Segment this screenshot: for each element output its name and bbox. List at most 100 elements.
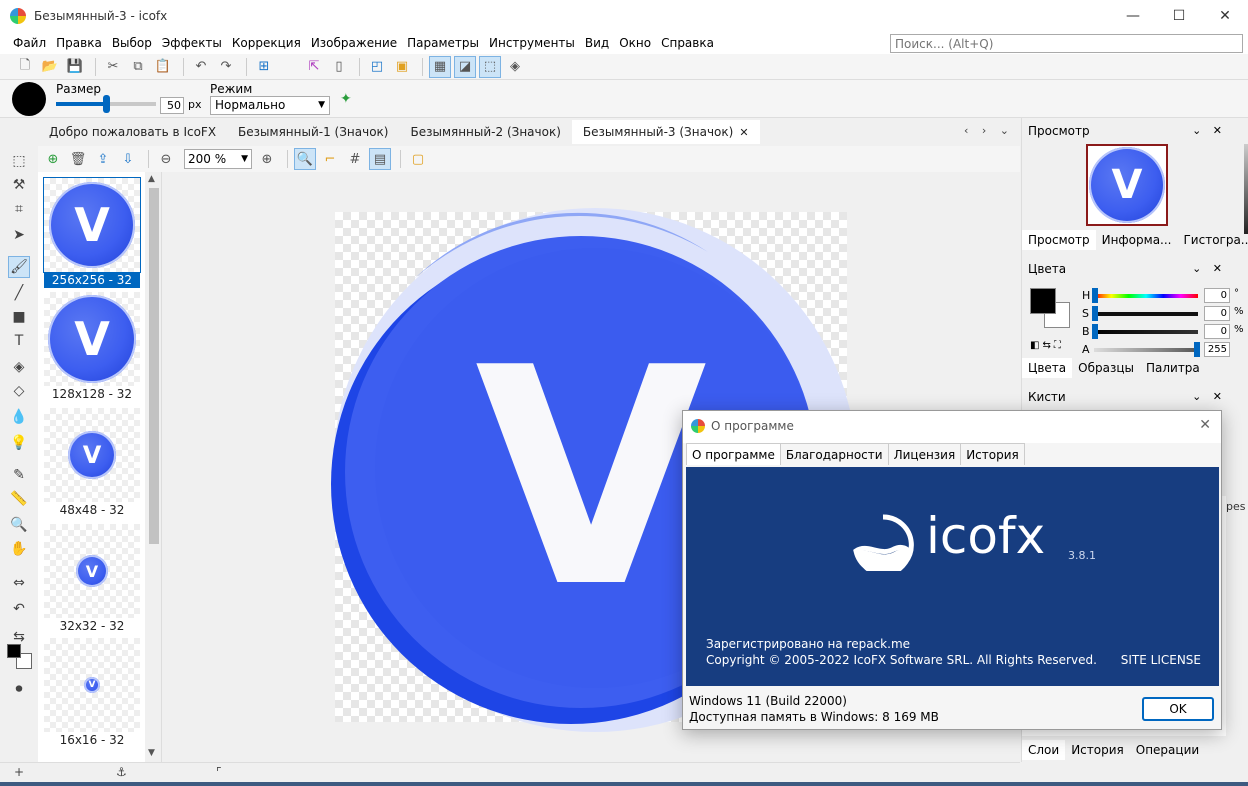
flip-icon[interactable]: ⇔	[8, 572, 30, 594]
menu-tools[interactable]: Инструменты	[484, 32, 580, 54]
image-item-256[interactable]: V 256x256 - 32	[43, 177, 141, 288]
tab-preview[interactable]: Просмотр	[1022, 230, 1096, 250]
magic-select-icon[interactable]: ⚒	[8, 174, 30, 196]
move-icon[interactable]: ➤	[8, 224, 30, 246]
image-item-48[interactable]: V 48x48 - 32	[44, 408, 140, 518]
mode-select[interactable]: Нормально ▼	[210, 96, 330, 115]
close-button[interactable]: ✕	[1202, 0, 1248, 32]
saturation-value[interactable]: 0	[1204, 306, 1230, 321]
search-input[interactable]	[890, 34, 1243, 53]
text-icon[interactable]: T	[8, 330, 30, 352]
tab-histogram[interactable]: Гистогра...	[1177, 230, 1248, 250]
alpha-slider-thumb[interactable]	[1194, 342, 1200, 357]
panel-controls-icon[interactable]: ⌄ ✕	[1192, 258, 1226, 280]
tab-welcome[interactable]: Добро пожаловать в IcoFX	[38, 120, 227, 144]
rectangle-icon[interactable]: ■	[8, 306, 30, 328]
scrollbar-thumb[interactable]	[149, 188, 159, 544]
apple-icon[interactable]	[278, 56, 300, 78]
menu-window[interactable]: Окно	[614, 32, 656, 54]
scroll-up-icon[interactable]: ▲	[148, 174, 155, 184]
close-icon[interactable]: ✕	[1199, 417, 1211, 433]
menu-select[interactable]: Выбор	[107, 32, 157, 54]
saturation-slider-thumb[interactable]	[1092, 306, 1098, 321]
alpha-value[interactable]: 255	[1204, 342, 1230, 357]
size-slider[interactable]	[56, 95, 156, 113]
copy-icon[interactable]: ⧉	[127, 56, 149, 78]
maximize-button[interactable]: ☐	[1156, 0, 1202, 32]
hue-value[interactable]: 0	[1204, 288, 1230, 303]
layers-icon[interactable]: ◈	[504, 56, 526, 78]
zoom-in-icon[interactable]: ⊕	[256, 148, 278, 170]
menu-adjust[interactable]: Коррекция	[227, 32, 306, 54]
menu-image[interactable]: Изображение	[306, 32, 402, 54]
tab-history[interactable]: История	[1065, 740, 1130, 760]
tab-license[interactable]: Лицензия	[887, 443, 962, 465]
save-icon[interactable]: 💾	[64, 56, 86, 78]
frame-icon[interactable]: ▢	[407, 148, 429, 170]
image-list-scrollbar[interactable]: ▲ ▼	[145, 172, 161, 762]
brightness-slider[interactable]	[1094, 330, 1198, 334]
brush-icon[interactable]: 🖌	[8, 256, 30, 278]
hue-slider[interactable]	[1094, 294, 1198, 298]
windows-icon[interactable]: ⊞	[253, 56, 275, 78]
image-item-16[interactable]: V 16x16 - 32	[44, 638, 140, 748]
menu-options[interactable]: Параметры	[402, 32, 484, 54]
tab-untitled-2[interactable]: Безымянный-2 (Значок)	[399, 120, 571, 144]
fill-bucket-icon[interactable]: ◈	[8, 356, 30, 378]
tab-info[interactable]: Информа...	[1096, 230, 1178, 250]
tab-swatches[interactable]: Образцы	[1072, 358, 1140, 378]
import-image-icon[interactable]: ⇩	[117, 148, 139, 170]
eraser-icon[interactable]: ◇	[8, 380, 30, 402]
selection-grid-icon[interactable]: ⬚	[479, 55, 501, 78]
tab-credits[interactable]: Благодарности	[779, 443, 889, 465]
cursor-icon[interactable]: ⇱	[303, 56, 325, 78]
brush-color-preview[interactable]	[12, 82, 46, 116]
undo-icon[interactable]: ↶	[190, 56, 212, 78]
cut-icon[interactable]: ✂	[102, 56, 124, 78]
light-bulb-icon[interactable]: 💡	[8, 432, 30, 454]
alpha-slider[interactable]	[1094, 348, 1198, 352]
tab-history[interactable]: История	[960, 443, 1025, 465]
magic-wand-icon[interactable]: ✦	[340, 91, 352, 107]
brightness-slider-thumb[interactable]	[1092, 324, 1098, 339]
rect-select-icon[interactable]: ⬚	[8, 150, 30, 172]
image-item-32[interactable]: V 32x32 - 32	[44, 524, 140, 634]
ok-button[interactable]: OK	[1142, 697, 1214, 721]
zoom-select[interactable]: 200 % ▼	[184, 149, 252, 169]
tab-untitled-3[interactable]: Безымянный-3 (Значок) ✕	[571, 120, 760, 144]
size-slider-thumb[interactable]	[103, 95, 110, 113]
foreground-color-swatch[interactable]	[1030, 288, 1056, 314]
tab-navigation[interactable]: ‹ › ⌄	[964, 124, 1014, 137]
record-icon[interactable]: ⏺	[8, 678, 30, 700]
menu-help[interactable]: Справка	[656, 32, 719, 54]
image-item-128[interactable]: V 128x128 - 32	[44, 292, 140, 402]
menu-edit[interactable]: Правка	[51, 32, 107, 54]
delete-image-icon[interactable]: 🗑	[67, 148, 89, 170]
grid-icon[interactable]: #	[344, 148, 366, 170]
line-icon[interactable]: ╱	[8, 282, 30, 304]
rotate-icon[interactable]: ↶	[8, 598, 30, 620]
menu-view[interactable]: Вид	[580, 32, 614, 54]
panel-controls-icon[interactable]: ⌄ ✕	[1192, 120, 1226, 142]
hand-icon[interactable]: ✋	[8, 538, 30, 560]
open-folder-icon[interactable]: 📂	[39, 56, 61, 78]
tab-colors[interactable]: Цвета	[1022, 358, 1073, 378]
tab-palette[interactable]: Палитра	[1140, 358, 1206, 378]
zoom-tool-icon[interactable]: 🔍	[294, 148, 316, 170]
color-swap-icons[interactable]: ◧⇆⛶	[1030, 340, 1064, 351]
tab-operations[interactable]: Операции	[1130, 740, 1205, 760]
paste-icon[interactable]: 📋	[152, 56, 174, 78]
tab-untitled-1[interactable]: Безымянный-1 (Значок)	[227, 120, 399, 144]
saturation-slider[interactable]	[1094, 312, 1198, 316]
tab-about[interactable]: О программе	[686, 443, 781, 465]
foreground-color-swatch[interactable]	[7, 644, 21, 658]
menu-file[interactable]: Файл	[8, 32, 51, 54]
crop-icon[interactable]: ⌗	[8, 198, 30, 220]
panel-layout-icon[interactable]: ▤	[369, 148, 391, 170]
drop-icon[interactable]: 💧	[8, 406, 30, 428]
eyedropper-icon[interactable]: ✎	[8, 464, 30, 486]
import-image-icon[interactable]: ▣	[391, 56, 413, 78]
ruler-icon[interactable]: 📏	[8, 488, 30, 510]
panel-controls-icon[interactable]: ⌄ ✕	[1192, 386, 1226, 408]
tab-close-icon[interactable]: ✕	[739, 126, 748, 139]
